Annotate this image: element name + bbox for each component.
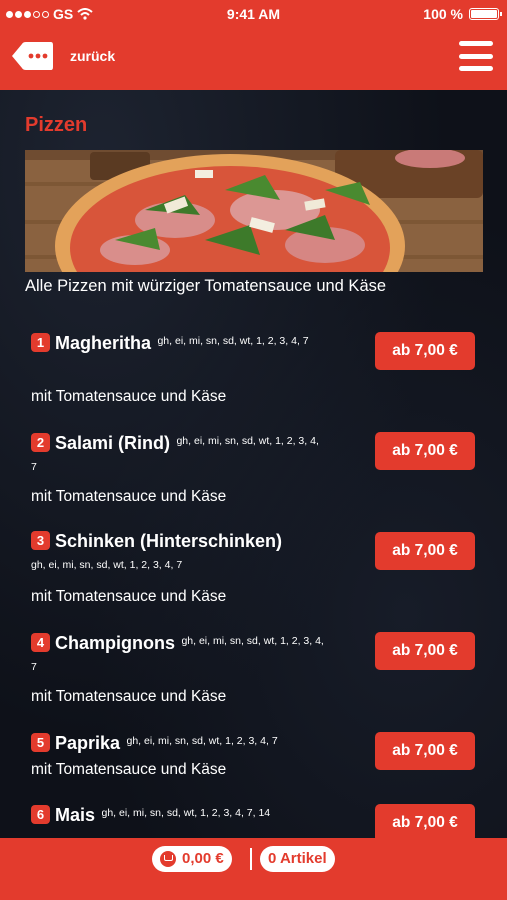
back-label[interactable]: zurück <box>70 48 115 64</box>
menu-item-header: 6 Mais gh, ei, mi, sn, sd, wt, 1, 2, 3, 4… <box>31 802 351 828</box>
item-name: Champignons <box>55 633 175 653</box>
hamburger-menu-icon[interactable] <box>459 41 493 71</box>
cart-icon <box>160 851 176 867</box>
menu-item-header: 2 Salami (Rind) gh, ei, mi, sn, sd, wt, 1… <box>31 430 327 482</box>
item-number-badge: 4 <box>31 633 50 652</box>
item-name: Mais <box>55 805 96 825</box>
cart-total-pill[interactable]: 0,00 € <box>152 846 232 872</box>
price-button[interactable]: ab 7,00 € <box>375 332 475 370</box>
menu-item-header: 3 Schinken (Hinterschinken) gh, ei, mi, s… <box>31 530 351 572</box>
menu-item[interactable]: 6 Mais gh, ei, mi, sn, sd, wt, 1, 2, 3, 4… <box>25 802 483 838</box>
item-name: Paprika <box>55 733 121 753</box>
price-button[interactable]: ab 7,00 € <box>375 632 475 670</box>
price-button[interactable]: ab 7,00 € <box>375 532 475 570</box>
battery-percent: 100 % <box>423 6 463 22</box>
item-allergens: gh, ei, mi, sn, sd, wt, 1, 2, 3, 4, 7 <box>126 735 278 747</box>
footer-separator <box>250 848 252 870</box>
item-name: Salami (Rind) <box>55 433 171 453</box>
price-button[interactable]: ab 7,00 € <box>375 732 475 770</box>
pizza-hero-image <box>25 150 483 272</box>
item-description: mit Tomatensauce und Käse <box>31 688 227 705</box>
cart-total: 0,00 € <box>182 850 224 867</box>
item-number-badge: 5 <box>31 733 50 752</box>
item-description: mit Tomatensauce und Käse <box>31 761 227 778</box>
back-bubble-icon[interactable] <box>12 41 54 71</box>
menu-content[interactable]: Pizzen Alle Pizzen mit würziger Tomatens… <box>0 90 507 838</box>
menu-item-header: 1 Magheritha gh, ei, mi, sn, sd, wt, 1, 2… <box>31 330 327 356</box>
battery-area: 100 % <box>423 6 502 22</box>
battery-icon <box>469 8 502 20</box>
item-description: mit Tomatensauce und Käse <box>31 388 227 405</box>
menu-item[interactable]: 1 Magheritha gh, ei, mi, sn, sd, wt, 1, 2… <box>25 330 483 415</box>
menu-item[interactable]: 2 Salami (Rind) gh, ei, mi, sn, sd, wt, 1… <box>25 430 483 515</box>
item-description: mit Tomatensauce und Käse <box>31 488 227 505</box>
item-name: Schinken (Hinterschinken) <box>55 531 283 551</box>
menu-item-header: 5 Paprika gh, ei, mi, sn, sd, wt, 1, 2, 3… <box>31 730 351 756</box>
menu-item-header: 4 Champignons gh, ei, mi, sn, sd, wt, 1, … <box>31 630 327 682</box>
battery-level <box>471 10 497 18</box>
status-bar: GS 9:41 AM 100 % <box>0 0 507 28</box>
item-number-badge: 6 <box>31 805 50 824</box>
item-allergens: gh, ei, mi, sn, sd, wt, 1, 2, 3, 4, 7 <box>157 335 309 347</box>
item-number-badge: 2 <box>31 433 50 452</box>
item-allergens: gh, ei, mi, sn, sd, wt, 1, 2, 3, 4, 7, 1… <box>101 807 271 819</box>
menu-item[interactable]: 4 Champignons gh, ei, mi, sn, sd, wt, 1, … <box>25 630 483 715</box>
cart-count-pill[interactable]: 0 Artikel <box>260 846 335 872</box>
item-number-badge: 1 <box>31 333 50 352</box>
menu-item[interactable]: 5 Paprika gh, ei, mi, sn, sd, wt, 1, 2, 3… <box>25 730 483 790</box>
category-title: Pizzen <box>25 114 88 136</box>
cart-count: 0 Artikel <box>268 850 327 867</box>
category-description: Alle Pizzen mit würziger Tomatensauce un… <box>25 277 387 295</box>
price-button[interactable]: ab 7,00 € <box>375 432 475 470</box>
price-button[interactable]: ab 7,00 € <box>375 804 475 838</box>
item-name: Magheritha <box>55 333 152 353</box>
app-header: zurück <box>0 28 507 90</box>
menu-item[interactable]: 3 Schinken (Hinterschinken) gh, ei, mi, s… <box>25 530 483 615</box>
item-allergens: gh, ei, mi, sn, sd, wt, 1, 2, 3, 4, 7 <box>31 559 183 571</box>
cart-footer: 0,00 € 0 Artikel <box>0 838 507 900</box>
item-number-badge: 3 <box>31 531 50 550</box>
item-description: mit Tomatensauce und Käse <box>31 588 227 605</box>
